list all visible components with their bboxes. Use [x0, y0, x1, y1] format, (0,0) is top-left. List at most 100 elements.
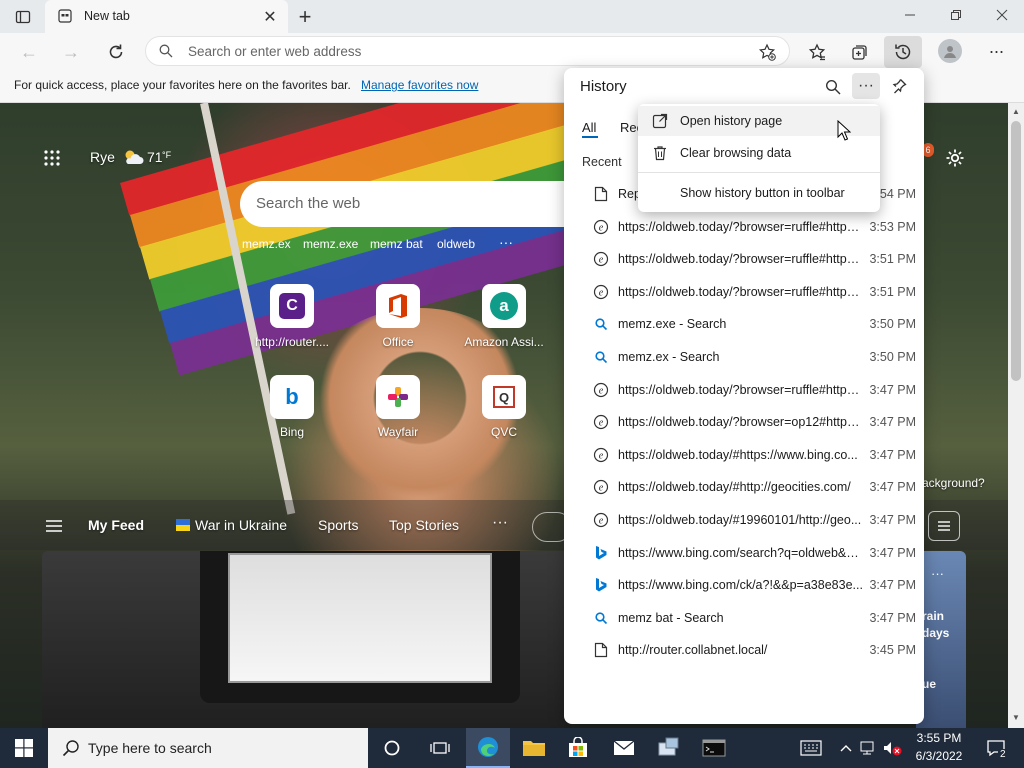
- open-history-page-label: Open history page: [680, 114, 783, 128]
- quick-link-office-tile[interactable]: [376, 284, 420, 328]
- feed-tab-sports[interactable]: Sports: [318, 517, 358, 533]
- history-item-time: 3:47 PM: [869, 513, 916, 527]
- tab-title: New tab: [84, 9, 130, 23]
- settings-more-icon[interactable]: ···: [984, 39, 1008, 63]
- address-input-placeholder: Search or enter web address: [188, 44, 362, 59]
- edge-taskbar-icon[interactable]: [466, 728, 510, 768]
- history-item[interactable]: e https://oldweb.today/?browser=ruffle#ht…: [564, 374, 924, 406]
- new-tab-plus-icon[interactable]: +: [293, 4, 317, 29]
- control-panel-icon[interactable]: [646, 728, 690, 768]
- task-view-icon[interactable]: [418, 728, 462, 768]
- taskbar-search-box[interactable]: Type here to search: [48, 728, 368, 768]
- history-item-title: https://oldweb.today/?browser=ruffle#htt…: [618, 252, 863, 267]
- toolbar-favorites-icon[interactable]: [804, 39, 830, 65]
- history-item[interactable]: e https://oldweb.today/?browser=op12#http…: [564, 406, 924, 438]
- start-button[interactable]: [0, 728, 48, 768]
- weather-temperature[interactable]: 71: [147, 149, 163, 165]
- history-item[interactable]: e https://oldweb.today/#19960101/http://g…: [564, 504, 924, 536]
- feed-tab-my-feed[interactable]: My Feed: [88, 517, 144, 533]
- feed-tab-top-stories[interactable]: Top Stories: [389, 517, 459, 533]
- history-tab-all[interactable]: All: [582, 120, 596, 135]
- history-toolbar-button[interactable]: [884, 36, 922, 68]
- restore-icon[interactable]: [942, 4, 970, 26]
- address-bar[interactable]: Search or enter web address: [145, 36, 790, 66]
- history-item-title: https://oldweb.today/?browser=op12#https…: [618, 415, 863, 430]
- tab-actions-icon[interactable]: [12, 6, 34, 28]
- close-window-icon[interactable]: [988, 4, 1016, 26]
- scroll-up-arrow-icon[interactable]: ▲: [1012, 107, 1020, 116]
- scroll-down-arrow-icon[interactable]: ▼: [1012, 713, 1020, 722]
- oldweb-favicon-icon: e: [592, 511, 610, 529]
- suggestion-chip[interactable]: oldweb: [437, 237, 475, 251]
- scroll-thumb[interactable]: [1011, 121, 1021, 381]
- history-item-title: https://oldweb.today/#https://www.bing.c…: [618, 447, 858, 462]
- clear-browsing-data-item[interactable]: Clear browsing data: [638, 138, 880, 168]
- suggestion-chip[interactable]: memz.exe: [303, 237, 358, 251]
- back-arrow-icon[interactable]: ←: [16, 39, 42, 65]
- history-item[interactable]: e https://oldweb.today/#https://www.bing.…: [564, 439, 924, 471]
- tab-strip: New tab ✕ +: [0, 0, 1024, 33]
- bing-favicon-icon: [592, 576, 610, 594]
- oldweb-favicon-icon: e: [592, 283, 610, 301]
- apps-launcher-icon[interactable]: [42, 148, 62, 168]
- add-favorite-star-icon[interactable]: [756, 41, 778, 63]
- mail-icon[interactable]: [602, 728, 646, 768]
- weather-location[interactable]: Rye: [90, 149, 115, 165]
- suggestions-more-icon[interactable]: ···: [499, 234, 513, 250]
- show-history-button-item[interactable]: Show history button in toolbar: [638, 178, 880, 208]
- history-more-options-button[interactable]: ···: [852, 73, 880, 99]
- pin-history-icon[interactable]: [888, 75, 910, 97]
- layout-toggle-icon[interactable]: [928, 511, 960, 541]
- history-item[interactable]: memz.exe - Search 3:50 PM: [564, 308, 924, 340]
- background-question[interactable]: ackground?: [922, 476, 985, 490]
- history-item[interactable]: e https://oldweb.today/?browser=ruffle#ht…: [564, 243, 924, 275]
- history-item[interactable]: e https://oldweb.today/?browser=ruffle#ht…: [564, 276, 924, 308]
- quick-link-qvc-tile[interactable]: Q: [482, 375, 526, 419]
- touch-keyboard-icon[interactable]: [794, 728, 828, 768]
- history-item[interactable]: memz.ex - Search 3:50 PM: [564, 341, 924, 373]
- file-explorer-icon[interactable]: [512, 728, 556, 768]
- page-scrollbar[interactable]: ▲ ▼: [1008, 103, 1024, 728]
- tab-new-tab[interactable]: New tab ✕: [45, 0, 288, 33]
- profile-avatar[interactable]: [938, 39, 962, 63]
- news-card-image[interactable]: [42, 551, 572, 728]
- minimize-icon[interactable]: [896, 4, 924, 26]
- suggestion-chip[interactable]: memz bat: [370, 237, 423, 251]
- history-search-icon[interactable]: [822, 76, 844, 98]
- page-settings-gear-icon[interactable]: [943, 146, 967, 170]
- refresh-icon[interactable]: [103, 39, 129, 65]
- manage-favorites-link[interactable]: Manage favorites now: [361, 78, 478, 92]
- history-item-title: http://router.collabnet.local/: [618, 643, 768, 658]
- quick-link-amazon-tile[interactable]: a: [482, 284, 526, 328]
- history-item[interactable]: e https://oldweb.today/#http://geocities.…: [564, 471, 924, 503]
- history-section-recent: Recent: [582, 155, 622, 169]
- history-item[interactable]: https://www.bing.com/search?q=oldweb&cv.…: [564, 537, 924, 569]
- suggestion-chip[interactable]: memz.ex: [242, 237, 291, 251]
- web-search-box[interactable]: Search the web: [240, 181, 580, 227]
- history-item[interactable]: https://www.bing.com/ck/a?!&&p=a38e83e..…: [564, 569, 924, 601]
- bing-search-icon: [592, 315, 610, 333]
- tray-overflow-chevron-icon[interactable]: [836, 728, 856, 768]
- quick-link-wayfair-tile[interactable]: [376, 375, 420, 419]
- network-icon[interactable]: [858, 728, 880, 768]
- taskbar-clock-date[interactable]: 6/3/2022: [912, 749, 966, 763]
- action-center-icon[interactable]: [978, 728, 1014, 768]
- side-card-more-icon[interactable]: ···: [931, 566, 944, 581]
- command-prompt-icon[interactable]: [692, 728, 736, 768]
- feed-more-icon[interactable]: ···: [492, 514, 508, 532]
- microsoft-store-icon[interactable]: [556, 728, 600, 768]
- forward-arrow-icon[interactable]: →: [58, 39, 84, 65]
- feed-tab-war-in-ukraine[interactable]: War in Ukraine: [195, 517, 287, 533]
- close-tab-icon[interactable]: ✕: [261, 8, 279, 26]
- feed-menu-hamburger-icon[interactable]: [44, 518, 64, 534]
- collections-icon[interactable]: [847, 39, 873, 65]
- quick-link-bing-tile[interactable]: b: [270, 375, 314, 419]
- cortana-icon[interactable]: [372, 728, 412, 768]
- volume-muted-icon[interactable]: [880, 728, 904, 768]
- taskbar-clock-time[interactable]: 3:55 PM: [916, 731, 962, 745]
- history-item[interactable]: http://router.collabnet.local/3:45 PM: [564, 634, 924, 666]
- history-item[interactable]: memz bat - Search 3:47 PM: [564, 602, 924, 634]
- history-item[interactable]: e https://oldweb.today/?browser=ruffle#ht…: [564, 211, 924, 243]
- quick-link-router-tile[interactable]: C: [270, 284, 314, 328]
- svg-text:e: e: [599, 385, 604, 396]
